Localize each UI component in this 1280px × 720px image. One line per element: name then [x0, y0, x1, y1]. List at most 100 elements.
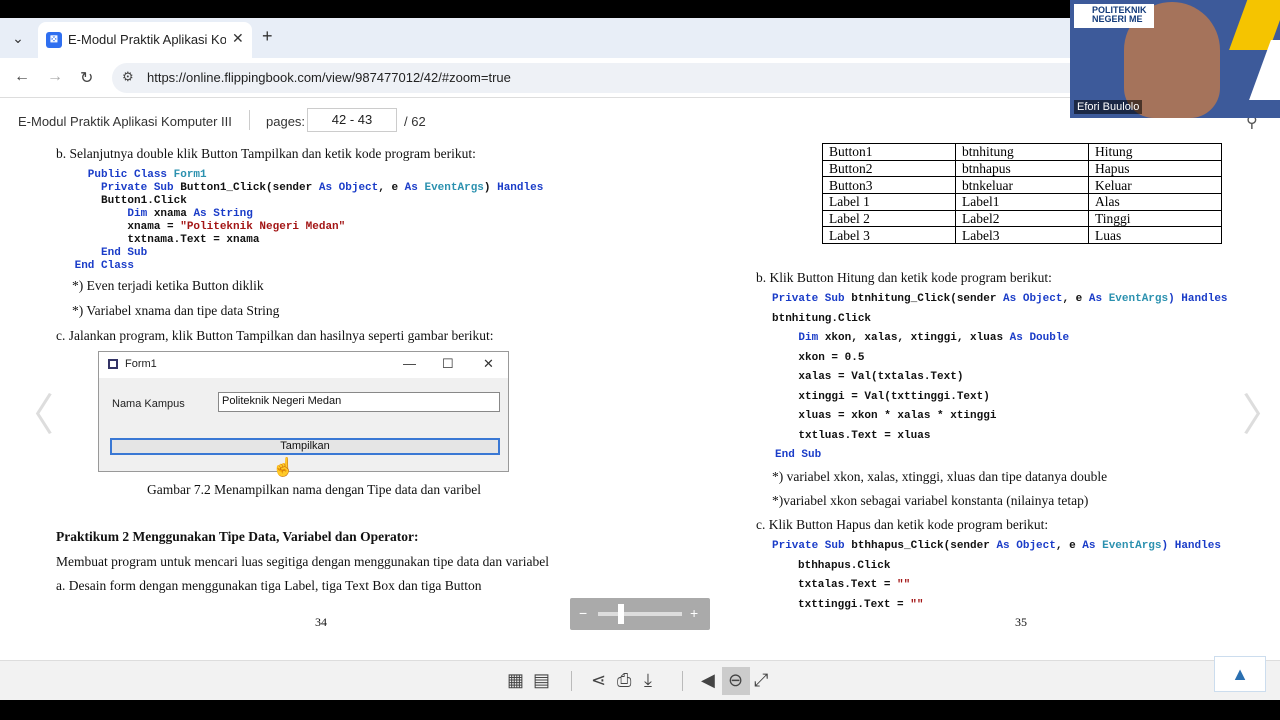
book-title: E-Modul Praktik Aplikasi Komputer III [18, 114, 232, 129]
code-line: btnhitung.Click [772, 312, 872, 325]
code-lines: xkon = 0.5 xalas = Val(txtalas.Text) xti… [772, 349, 1228, 447]
left-code-block: Public Class Form1 Private Sub Button1_C… [68, 169, 544, 273]
table-cell: btnhapus [955, 159, 1089, 178]
browser-tab[interactable]: ⊠ E-Modul Praktik Aplikasi Kompu ✕ [38, 22, 252, 58]
code-line: Public Class Form1 [68, 169, 207, 181]
thumbnails-grid-icon[interactable]: ▦ [507, 670, 524, 691]
table-cell: Label2 [955, 209, 1089, 228]
reload-icon[interactable]: ↻ [80, 68, 93, 88]
right-code-block-c: Private Sub bthhapus_Click(sender As Obj… [772, 537, 1221, 615]
code-line: Dim xnama As String [68, 208, 253, 220]
table-cell: Keluar [1088, 176, 1222, 195]
maximize-icon: ☐ [442, 356, 454, 371]
zoom-handle[interactable] [618, 604, 624, 624]
polytechnic-logo-icon: ▲ [1214, 656, 1266, 692]
table-cell: Label1 [955, 193, 1089, 211]
url-field[interactable]: ⚙ https://online.flippingbook.com/view/9… [112, 63, 1112, 93]
table-cell: Luas [1088, 226, 1222, 245]
minimize-icon: — [403, 356, 416, 371]
logo-text-2: NEGERI ME [1092, 14, 1143, 24]
close-icon: ✕ [483, 356, 494, 371]
zoom-slider[interactable]: − + [570, 598, 710, 630]
component-table-body: Button1 btnhitung Hitung Button2 btnhapus Hap… [822, 143, 1222, 245]
tab-menu-chevron-icon[interactable]: ⌄ [6, 26, 30, 50]
right-code-block-b: Private Sub btnhitung_Click(sender As Ob… [772, 290, 1228, 466]
code-line: End Sub [68, 247, 148, 259]
left-note-1: *) Even terjadi ketika Button diklik [72, 278, 264, 293]
table-row: Button3 btnkeluar Keluar [822, 176, 1222, 195]
table-row: Label 3 Label3 Luas [822, 226, 1222, 245]
notes-icon[interactable]: ▤ [533, 670, 550, 691]
next-page-chevron-right-icon[interactable]: 〉 [1242, 379, 1280, 443]
code-line: xalas = Val(txtalas.Text) [772, 371, 964, 383]
code-line: Dim xkon, xalas, xtinggi, xluas As Doubl… [772, 332, 1070, 344]
new-tab-plus-icon[interactable]: + [262, 26, 273, 47]
table-row: Label 1 Label1 Alas [822, 193, 1222, 211]
toolbar-separator [571, 671, 572, 691]
nama-kampus-textbox: Politeknik Negeri Medan [218, 392, 500, 412]
table-cell: btnhitung [955, 143, 1089, 161]
code-line: xluas = xkon * xalas * xtinggi [772, 410, 997, 422]
figure-caption: Gambar 7.2 Menampilkan nama dengan Tipe … [147, 482, 482, 497]
zoom-out-minus-icon[interactable]: − [579, 605, 587, 621]
code-line: txtluas.Text = xluas [772, 429, 931, 442]
flippingbook-favicon-icon: ⊠ [46, 32, 62, 48]
code-line: txtnama.Text = xnama [68, 234, 260, 246]
zoom-out-icon[interactable]: ⊖ [728, 670, 743, 691]
code-line: bthhapus.Click [798, 559, 891, 572]
code-line: End Sub [775, 449, 822, 461]
url-text: https://online.flippingbook.com/view/987… [147, 70, 511, 85]
section-description: Membuat program untuk mencari luas segit… [56, 554, 549, 569]
form-window-icon [108, 359, 118, 369]
table-cell: Button1 [822, 143, 956, 161]
code-line: txttinggi.Text = "" [798, 598, 924, 611]
right-page-number: 35 [1015, 615, 1027, 629]
fullscreen-icon[interactable]: ⤢ [754, 670, 768, 691]
code-line: xnama = "Politeknik Negeri Medan" [68, 221, 346, 233]
right-note-1: *) variabel xkon, xalas, xtinggi, xluas … [772, 469, 1108, 484]
table-cell: btnkeluar [955, 176, 1089, 195]
table-cell: Label3 [955, 226, 1089, 245]
code-line: Private Sub btnhitung_Click(sender As Ob… [772, 293, 1228, 305]
code-line: Button1.Click [68, 195, 187, 207]
left-step-b: b. Selanjutnya double klik Button Tampil… [56, 146, 476, 161]
webcam-logo: POLITEKNIK NEGERI ME [1074, 4, 1154, 28]
table-row: Button2 btnhapus Hapus [822, 159, 1222, 178]
share-icon[interactable]: ⋖ [591, 670, 606, 691]
table-cell: Label 2 [822, 209, 956, 228]
download-icon[interactable]: ⤓ [644, 670, 652, 691]
table-cell: Tinggi [1088, 209, 1222, 228]
webcam-overlay: POLITEKNIK NEGERI ME Efori Buulolo [1070, 0, 1280, 118]
table-cell: Hitung [1088, 143, 1222, 161]
back-arrow-icon[interactable]: ← [14, 68, 30, 86]
left-step-a: a. Desain form dengan menggunakan tiga L… [56, 578, 482, 593]
section-title: Praktikum 2 Menggunakan Tipe Data, Varia… [56, 529, 419, 544]
code-line: Private Sub bthhapus_Click(sender As Obj… [772, 540, 1221, 552]
zoom-track[interactable] [598, 612, 682, 616]
site-info-icon[interactable]: ⚙ [122, 69, 134, 85]
left-note-2: *) Variabel xnama dan tipe data String [72, 303, 280, 318]
form1-screenshot: Form1 — ☐ ✕ Nama Kampus Politeknik Neger… [98, 351, 509, 472]
left-page-number: 34 [315, 615, 327, 629]
table-cell: Hapus [1088, 159, 1222, 178]
pages-input[interactable]: 42 - 43 [307, 108, 397, 132]
prev-page-chevron-left-icon[interactable]: 〈 [10, 379, 54, 443]
zoom-in-plus-icon[interactable]: + [690, 605, 698, 621]
code-line: txtalas.Text = "" [798, 579, 911, 591]
pages-total: / 62 [404, 114, 426, 129]
left-step-c: c. Jalankan program, klik Button Tampilk… [56, 328, 494, 343]
close-tab-icon[interactable]: ✕ [232, 30, 244, 47]
screen: ⌄ ⊠ E-Modul Praktik Aplikasi Kompu ✕ + ←… [0, 0, 1280, 720]
table-cell: Button2 [822, 159, 956, 178]
sound-icon[interactable]: ◀ [701, 670, 715, 691]
table-row: Label 2 Label2 Tinggi [822, 209, 1222, 228]
pages-label: pages: [266, 114, 306, 129]
print-icon[interactable]: ⎙ [617, 670, 631, 691]
bottom-toolbar: ▦ ▤ ⋖ ⎙ ⤓ ◀ ⊖ ⤢ [0, 660, 1280, 700]
right-step-c: c. Klik Button Hapus dan ketik kode prog… [756, 517, 1049, 532]
tampilkan-button: Tampilkan [110, 438, 500, 455]
table-cell: Alas [1088, 193, 1222, 211]
book-spread: b. Selanjutnya double klik Button Tampil… [0, 143, 1280, 660]
forward-arrow-icon[interactable]: → [47, 68, 63, 86]
code-line: xtinggi = Val(txttinggi.Text) [772, 390, 990, 403]
